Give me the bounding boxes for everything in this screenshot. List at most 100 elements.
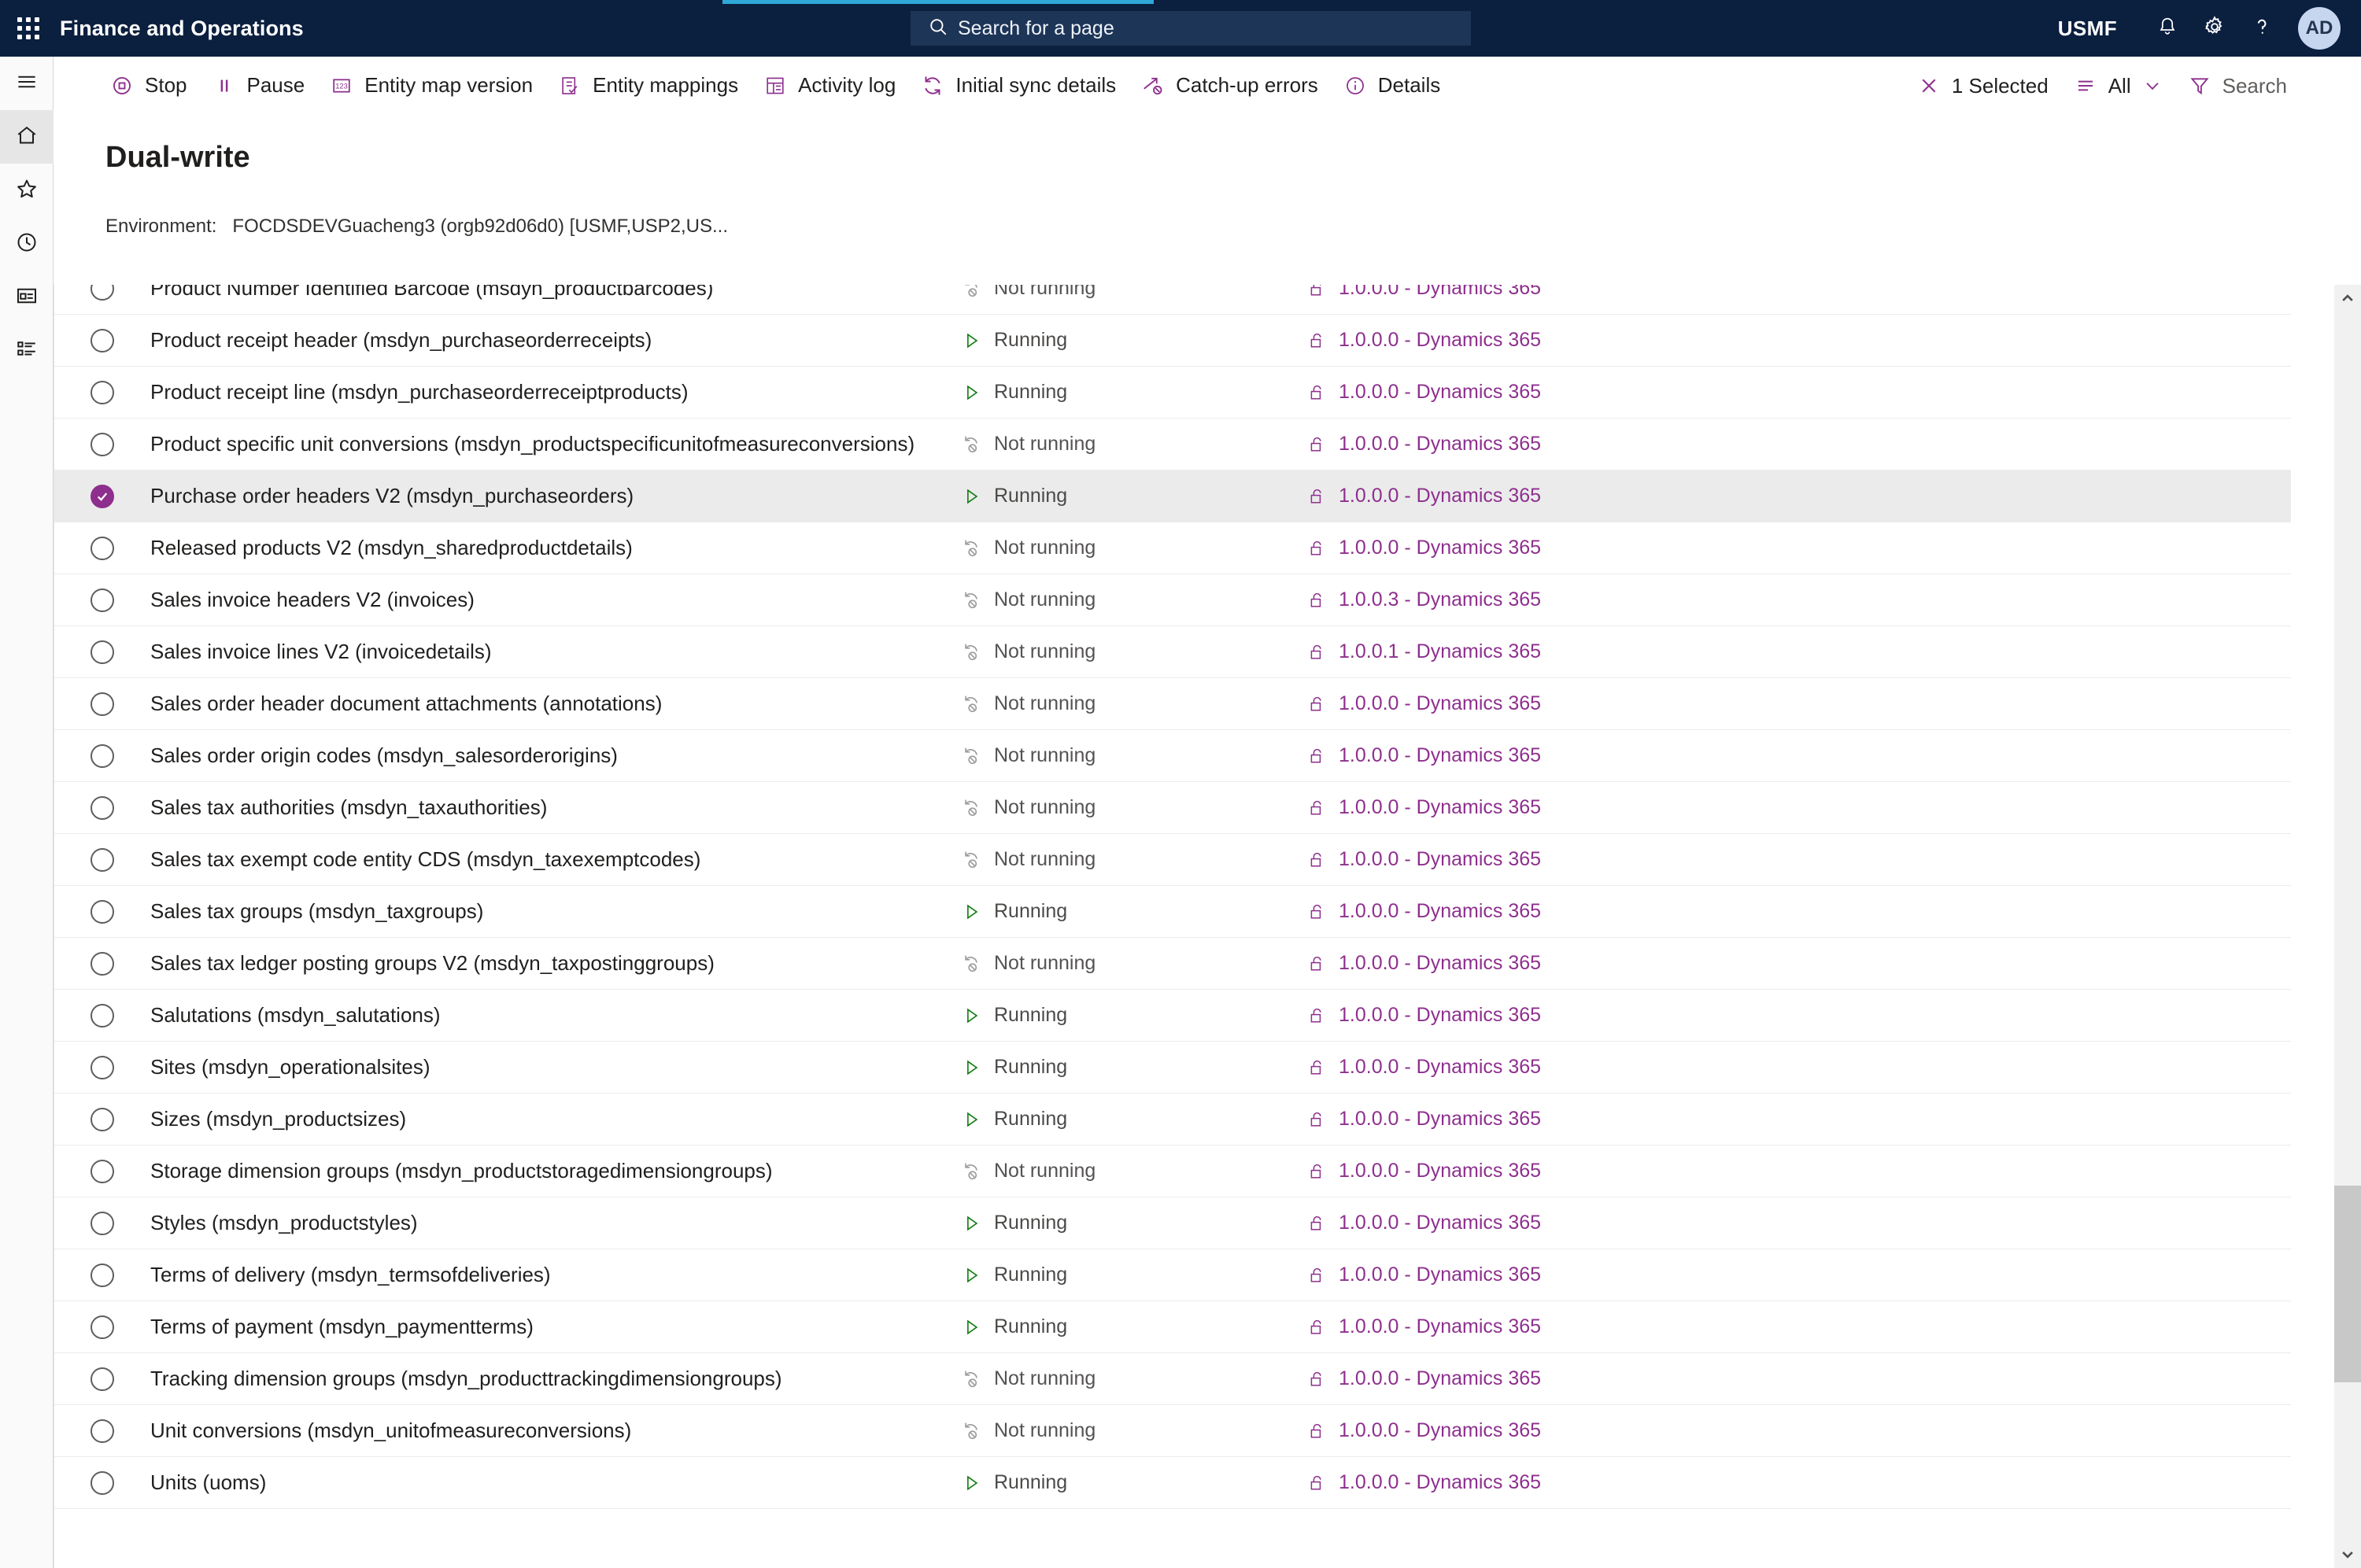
entity-name-cell[interactable]: Sizes (msdyn_productsizes): [150, 1106, 961, 1132]
entity-name-cell[interactable]: Styles (msdyn_productstyles): [150, 1210, 961, 1236]
radio-unchecked-icon[interactable]: [91, 536, 114, 560]
row-select-cell[interactable]: [54, 1315, 150, 1339]
table-row[interactable]: Product specific unit conversions (msdyn…: [54, 419, 2291, 470]
row-select-cell[interactable]: [54, 285, 150, 301]
version-cell[interactable]: 1.0.0.3 - Dynamics 365: [1307, 588, 1858, 611]
row-select-cell[interactable]: [54, 795, 150, 820]
entity-name-cell[interactable]: Sales tax ledger posting groups V2 (msdy…: [150, 950, 961, 976]
version-cell[interactable]: 1.0.0.0 - Dynamics 365: [1307, 537, 1858, 559]
version-label[interactable]: 1.0.0.3 - Dynamics 365: [1339, 588, 1541, 611]
search-filter-button[interactable]: Search: [2175, 57, 2300, 115]
entity-name-cell[interactable]: Sales invoice lines V2 (invoicedetails): [150, 639, 961, 665]
radio-unchecked-icon[interactable]: [91, 847, 114, 872]
row-select-cell[interactable]: [54, 1470, 150, 1495]
page-search-box[interactable]: Search for a page: [911, 11, 1471, 46]
help-button[interactable]: [2238, 0, 2285, 57]
entity-name-cell[interactable]: Sales tax exempt code entity CDS (msdyn_…: [150, 847, 961, 873]
entity-name-cell[interactable]: Product Number Identified Barcode (msdyn…: [150, 285, 961, 301]
radio-unchecked-icon[interactable]: [91, 588, 114, 612]
user-avatar[interactable]: AD: [2298, 7, 2341, 50]
table-row[interactable]: Sizes (msdyn_productsizes) Running 1.0.0.0…: [54, 1094, 2291, 1146]
version-label[interactable]: 1.0.0.0 - Dynamics 365: [1339, 1004, 1541, 1027]
radio-unchecked-icon[interactable]: [91, 640, 114, 664]
version-label[interactable]: 1.0.0.0 - Dynamics 365: [1339, 1419, 1541, 1442]
version-cell[interactable]: 1.0.0.0 - Dynamics 365: [1307, 329, 1858, 352]
radio-unchecked-icon[interactable]: [91, 1315, 114, 1339]
radio-unchecked-icon[interactable]: [91, 795, 114, 820]
entity-name-cell[interactable]: Product receipt line (msdyn_purchaseorde…: [150, 379, 961, 405]
radio-unchecked-icon[interactable]: [91, 1470, 114, 1495]
radio-unchecked-icon[interactable]: [91, 899, 114, 924]
version-label[interactable]: 1.0.0.0 - Dynamics 365: [1339, 285, 1541, 300]
table-row[interactable]: Released products V2 (msdyn_sharedproduc…: [54, 522, 2291, 574]
row-select-cell[interactable]: [54, 432, 150, 456]
row-select-cell[interactable]: [54, 1367, 150, 1391]
row-select-cell[interactable]: [54, 1159, 150, 1183]
version-label[interactable]: 1.0.0.0 - Dynamics 365: [1339, 1160, 1541, 1182]
version-label[interactable]: 1.0.0.0 - Dynamics 365: [1339, 329, 1541, 352]
version-cell[interactable]: 1.0.0.0 - Dynamics 365: [1307, 1212, 1858, 1234]
entity-name-cell[interactable]: Product specific unit conversions (msdyn…: [150, 431, 961, 457]
activity-log-button[interactable]: Activity log: [751, 57, 908, 115]
sidebar-item-favorites[interactable]: [0, 164, 54, 217]
radio-unchecked-icon[interactable]: [91, 743, 114, 768]
table-row[interactable]: Sales tax ledger posting groups V2 (msdy…: [54, 938, 2291, 990]
sidebar-item-workspaces[interactable]: [0, 271, 54, 324]
table-row[interactable]: Product receipt header (msdyn_purchaseor…: [54, 315, 2291, 367]
row-select-cell[interactable]: [54, 1055, 150, 1079]
row-select-cell[interactable]: [54, 847, 150, 872]
row-select-cell[interactable]: [54, 1003, 150, 1028]
row-select-cell[interactable]: [54, 951, 150, 976]
version-label[interactable]: 1.0.0.0 - Dynamics 365: [1339, 537, 1541, 559]
row-select-cell[interactable]: [54, 743, 150, 768]
scrollbar-thumb[interactable]: [2334, 1186, 2361, 1382]
row-select-cell[interactable]: [54, 1419, 150, 1443]
table-row[interactable]: Salutations (msdyn_salutations) Running 1.…: [54, 990, 2291, 1042]
checkmark-icon[interactable]: [91, 484, 114, 508]
entity-name-cell[interactable]: Units (uoms): [150, 1470, 961, 1496]
entity-name-cell[interactable]: Sites (msdyn_operationalsites): [150, 1054, 961, 1080]
table-row[interactable]: Sites (msdyn_operationalsites) Running 1.0…: [54, 1042, 2291, 1094]
version-label[interactable]: 1.0.0.0 - Dynamics 365: [1339, 744, 1541, 767]
version-label[interactable]: 1.0.0.0 - Dynamics 365: [1339, 1264, 1541, 1286]
row-select-cell[interactable]: [54, 380, 150, 404]
table-row[interactable]: Sales tax exempt code entity CDS (msdyn_…: [54, 834, 2291, 886]
version-cell[interactable]: 1.0.0.0 - Dynamics 365: [1307, 1367, 1858, 1390]
version-label[interactable]: 1.0.0.0 - Dynamics 365: [1339, 796, 1541, 819]
table-row[interactable]: Tracking dimension groups (msdyn_product…: [54, 1353, 2291, 1405]
radio-unchecked-icon[interactable]: [91, 1263, 114, 1287]
entity-name-cell[interactable]: Terms of delivery (msdyn_termsofdeliveri…: [150, 1262, 961, 1288]
settings-button[interactable]: [2191, 0, 2238, 57]
entity-name-cell[interactable]: Salutations (msdyn_salutations): [150, 1002, 961, 1028]
vertical-scrollbar[interactable]: [2334, 285, 2361, 1568]
version-label[interactable]: 1.0.0.0 - Dynamics 365: [1339, 900, 1541, 923]
entity-name-cell[interactable]: Sales order origin codes (msdyn_salesord…: [150, 743, 961, 769]
radio-unchecked-icon[interactable]: [91, 285, 114, 301]
version-label[interactable]: 1.0.0.0 - Dynamics 365: [1339, 952, 1541, 975]
row-select-cell[interactable]: [54, 1211, 150, 1235]
radio-unchecked-icon[interactable]: [91, 1211, 114, 1235]
version-label[interactable]: 1.0.0.0 - Dynamics 365: [1339, 848, 1541, 871]
version-cell[interactable]: 1.0.0.0 - Dynamics 365: [1307, 1419, 1858, 1442]
version-cell[interactable]: 1.0.0.0 - Dynamics 365: [1307, 952, 1858, 975]
scroll-up-button[interactable]: [2334, 285, 2361, 312]
version-cell[interactable]: 1.0.0.0 - Dynamics 365: [1307, 900, 1858, 923]
radio-unchecked-icon[interactable]: [91, 1367, 114, 1391]
table-row[interactable]: Product Number Identified Barcode (msdyn…: [54, 285, 2291, 315]
table-row[interactable]: Product receipt line (msdyn_purchaseorde…: [54, 367, 2291, 419]
radio-unchecked-icon[interactable]: [91, 1055, 114, 1079]
sidebar-item-home[interactable]: [0, 110, 54, 164]
entity-name-cell[interactable]: Sales order header document attachments …: [150, 691, 961, 717]
version-label[interactable]: 1.0.0.0 - Dynamics 365: [1339, 1056, 1541, 1079]
entity-name-cell[interactable]: Released products V2 (msdyn_sharedproduc…: [150, 535, 961, 561]
radio-unchecked-icon[interactable]: [91, 1419, 114, 1443]
scroll-down-button[interactable]: [2334, 1541, 2361, 1568]
radio-unchecked-icon[interactable]: [91, 380, 114, 404]
version-cell[interactable]: 1.0.0.0 - Dynamics 365: [1307, 1056, 1858, 1079]
version-label[interactable]: 1.0.0.1 - Dynamics 365: [1339, 640, 1541, 663]
version-label[interactable]: 1.0.0.0 - Dynamics 365: [1339, 1212, 1541, 1234]
clear-selection-button[interactable]: 1 Selected: [1905, 57, 2061, 115]
entity-name-cell[interactable]: Unit conversions (msdyn_unitofmeasurecon…: [150, 1418, 961, 1444]
radio-unchecked-icon[interactable]: [91, 328, 114, 352]
table-row[interactable]: Terms of payment (msdyn_paymentterms) Run…: [54, 1301, 2291, 1353]
